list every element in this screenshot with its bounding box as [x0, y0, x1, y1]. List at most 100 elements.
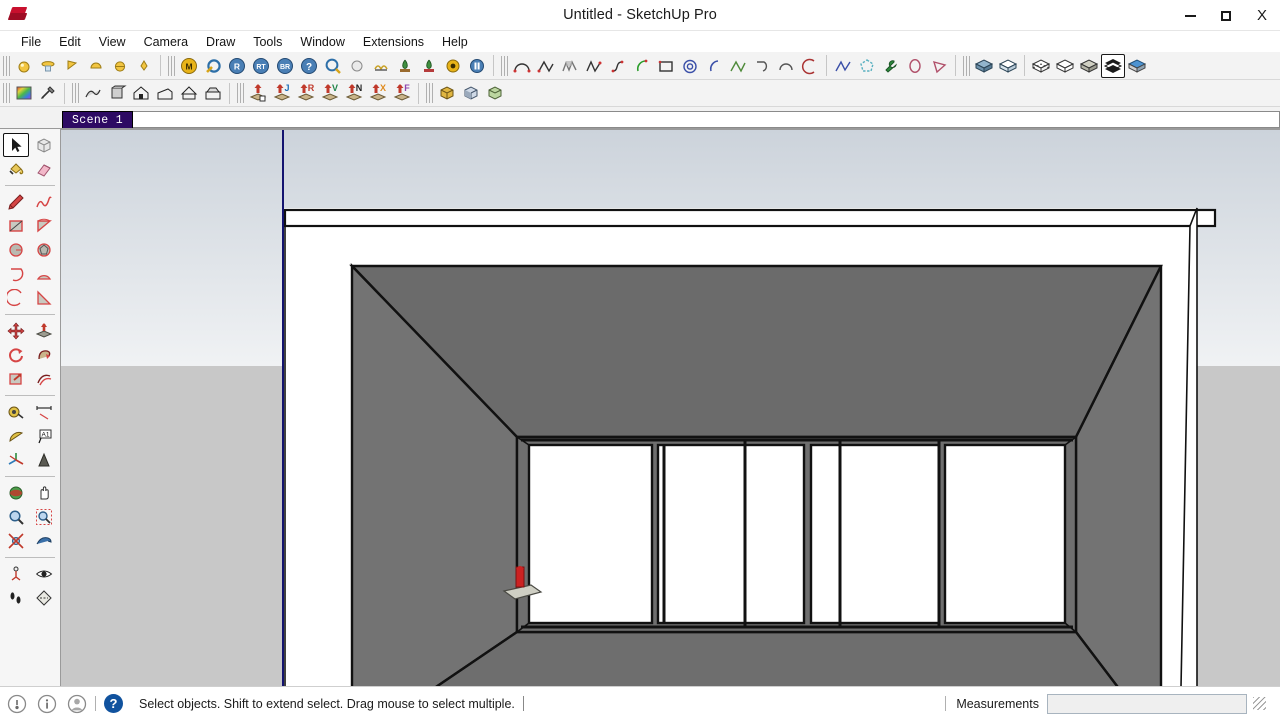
- polygon-tool-button[interactable]: [31, 238, 57, 262]
- toolbar-grip-icon[interactable]: [426, 83, 433, 103]
- 3d-text-tool-button[interactable]: [31, 448, 57, 472]
- polygon-tool-button[interactable]: [855, 54, 879, 78]
- pie-arc-tool-button[interactable]: [798, 54, 822, 78]
- extrude-v-button[interactable]: V: [318, 81, 342, 105]
- protractor-tool-button[interactable]: [3, 424, 29, 448]
- solid-intersect-button[interactable]: [459, 81, 483, 105]
- extrude-f-button[interactable]: F: [390, 81, 414, 105]
- scale-tool-button[interactable]: [3, 367, 29, 391]
- three-point-arc-tool-button[interactable]: [3, 286, 29, 310]
- orbit-tool-button[interactable]: [3, 481, 29, 505]
- arc-tool-button[interactable]: [510, 54, 534, 78]
- paint-bucket-tool-button[interactable]: [12, 81, 36, 105]
- eraser-tool-button[interactable]: [31, 157, 57, 181]
- section-plane-tool-button[interactable]: [31, 586, 57, 610]
- view-top-button[interactable]: [996, 54, 1020, 78]
- model-viewport[interactable]: [61, 129, 1280, 686]
- maximize-button[interactable]: [1208, 0, 1244, 31]
- extrude-j-button[interactable]: J: [270, 81, 294, 105]
- view-iso-button[interactable]: [972, 54, 996, 78]
- vray-viewport-render-button[interactable]: [441, 54, 465, 78]
- info-icon[interactable]: [34, 691, 60, 717]
- walk-tool-button[interactable]: [3, 586, 29, 610]
- close-button[interactable]: X: [1244, 0, 1280, 31]
- toolbar-grip-icon[interactable]: [3, 83, 10, 103]
- vray-proxy-export-button[interactable]: [417, 54, 441, 78]
- minimize-button[interactable]: [1172, 0, 1208, 31]
- from-scratch-tool-button[interactable]: [105, 81, 129, 105]
- menu-item-draw[interactable]: Draw: [197, 33, 244, 51]
- solid-outer-shell-button[interactable]: [435, 81, 459, 105]
- tape-measure-tool-button[interactable]: [3, 400, 29, 424]
- style-shaded-button[interactable]: [1101, 53, 1125, 78]
- help-button[interactable]: ?: [104, 694, 123, 713]
- menu-item-tools[interactable]: Tools: [244, 33, 291, 51]
- vray-asset-editor-button[interactable]: M: [177, 54, 201, 78]
- extrude-r-button[interactable]: R: [294, 81, 318, 105]
- two-point-arc-tool-button[interactable]: [31, 262, 57, 286]
- push-pull-tool-button[interactable]: [31, 319, 57, 343]
- sample-material-tool-button[interactable]: [36, 81, 60, 105]
- toolbar-grip-icon[interactable]: [3, 55, 10, 76]
- zoom-extents-tool-button[interactable]: [3, 529, 29, 553]
- vray-light-rectangle-button[interactable]: [36, 54, 60, 78]
- position-camera-tool-button[interactable]: [3, 562, 29, 586]
- scene-tab-empty-area[interactable]: [133, 111, 1280, 128]
- toolbar-grip-icon[interactable]: [501, 55, 508, 76]
- zoom-window-tool-button[interactable]: [31, 505, 57, 529]
- house-hip-tool-button[interactable]: [201, 81, 225, 105]
- vray-proxy-import-button[interactable]: [393, 54, 417, 78]
- vray-help-button[interactable]: ?: [297, 54, 321, 78]
- arc-tool-button[interactable]: [3, 262, 29, 286]
- style-hidden-line-button[interactable]: [1077, 54, 1101, 78]
- offset-tool-button[interactable]: [31, 367, 57, 391]
- polyline-shape-tool-button[interactable]: [831, 54, 855, 78]
- zigzag-tool-button[interactable]: [582, 54, 606, 78]
- spiral-tool-button[interactable]: [678, 54, 702, 78]
- style-textures-button[interactable]: [1125, 54, 1149, 78]
- vray-sphere-object-button[interactable]: [345, 54, 369, 78]
- make-component-tool-button[interactable]: [31, 133, 57, 157]
- menu-item-file[interactable]: File: [12, 33, 50, 51]
- vray-light-dome-button[interactable]: [84, 54, 108, 78]
- look-around-tool-button[interactable]: [31, 562, 57, 586]
- vray-light-spot-button[interactable]: [60, 54, 84, 78]
- vray-light-ies-button[interactable]: [132, 54, 156, 78]
- axes-tool-button[interactable]: [3, 448, 29, 472]
- two-point-arc-tool-button[interactable]: [630, 54, 654, 78]
- polyline-green-tool-button[interactable]: [726, 54, 750, 78]
- paint-bucket-tool-button[interactable]: [3, 157, 29, 181]
- round-corner-tool-button[interactable]: [774, 54, 798, 78]
- pan-tool-button[interactable]: [31, 481, 57, 505]
- vray-frame-buffer-button[interactable]: [321, 54, 345, 78]
- corner-arc-tool-button[interactable]: [750, 54, 774, 78]
- extrude-x-button[interactable]: X: [366, 81, 390, 105]
- pie-tool-button[interactable]: [31, 286, 57, 310]
- menu-item-extensions[interactable]: Extensions: [354, 33, 433, 51]
- zoom-tool-button[interactable]: [3, 505, 29, 529]
- ellipse-tool-button[interactable]: [903, 54, 927, 78]
- bezier-tool-button[interactable]: [606, 54, 630, 78]
- vray-render-interactive-button[interactable]: RT: [249, 54, 273, 78]
- line-tool-button[interactable]: [3, 190, 29, 214]
- wrench-tool-button[interactable]: [879, 54, 903, 78]
- vray-render-button[interactable]: R: [225, 54, 249, 78]
- vray-pause-render-button[interactable]: [465, 54, 489, 78]
- select-tool-button[interactable]: [3, 133, 29, 157]
- extrude-default-button[interactable]: [246, 81, 270, 105]
- arc-segment-tool-button[interactable]: [702, 54, 726, 78]
- rectangle-tool-button[interactable]: [654, 54, 678, 78]
- model-scene[interactable]: [61, 130, 1280, 686]
- menu-item-help[interactable]: Help: [433, 33, 477, 51]
- solid-union-button[interactable]: [483, 81, 507, 105]
- menu-item-window[interactable]: Window: [291, 33, 353, 51]
- vray-batch-render-button[interactable]: BR: [273, 54, 297, 78]
- follow-me-tool-button[interactable]: [31, 343, 57, 367]
- toolbar-grip-icon[interactable]: [72, 83, 79, 103]
- measurements-input[interactable]: [1047, 693, 1247, 714]
- menu-item-edit[interactable]: Edit: [50, 33, 90, 51]
- house-shed-tool-button[interactable]: [153, 81, 177, 105]
- previous-view-tool-button[interactable]: [31, 529, 57, 553]
- vray-fur-button[interactable]: [369, 54, 393, 78]
- line-tool-button[interactable]: [534, 54, 558, 78]
